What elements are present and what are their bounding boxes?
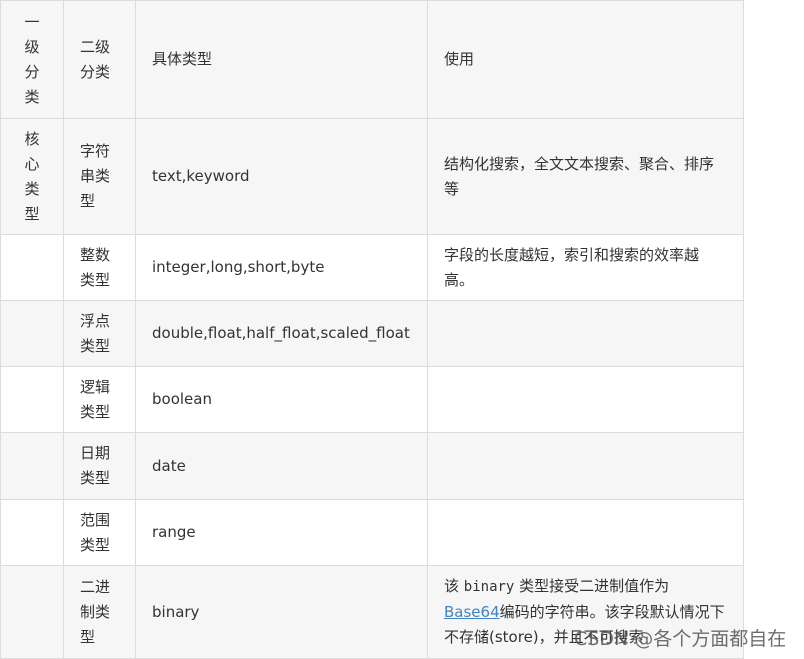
- header-level2: 二级分类: [63, 0, 136, 119]
- cell-level2: 二进制类型: [63, 565, 136, 659]
- table-row: 日期类型 date: [0, 432, 744, 500]
- cell-usage: [427, 432, 744, 500]
- cell-type: boolean: [135, 366, 428, 433]
- cell-usage: [427, 300, 744, 367]
- cell-level1: [0, 366, 64, 433]
- cell-level1: [0, 432, 64, 500]
- cell-level2: 范围类型: [63, 499, 136, 566]
- header-usage: 使用: [427, 0, 744, 119]
- cell-usage: 结构化搜索，全文文本搜索、聚合、排序等: [427, 118, 744, 235]
- cell-level2: 整数类型: [63, 234, 136, 301]
- data-table: 一级分类 二级分类 具体类型 使用 核心类型 字符串类型 text,keywor…: [0, 0, 744, 659]
- cell-type: binary: [135, 565, 428, 659]
- base64-link[interactable]: Base64: [444, 603, 500, 621]
- table-row: 范围类型 range: [0, 499, 744, 566]
- cell-type: date: [135, 432, 428, 500]
- cell-level1: [0, 565, 64, 659]
- cell-level2: 字符串类型: [63, 118, 136, 235]
- cell-usage: 字段的长度越短，索引和搜索的效率越高。: [427, 234, 744, 301]
- cell-level1: [0, 234, 64, 301]
- cell-level1: [0, 300, 64, 367]
- header-level1: 一级分类: [0, 0, 64, 119]
- cell-type: range: [135, 499, 428, 566]
- cell-level1: [0, 499, 64, 566]
- cell-level2: 日期类型: [63, 432, 136, 500]
- cell-level2: 逻辑类型: [63, 366, 136, 433]
- cell-type: integer,long,short,byte: [135, 234, 428, 301]
- cell-usage: [427, 366, 744, 433]
- table-row: 逻辑类型 boolean: [0, 366, 744, 433]
- cell-usage: [427, 499, 744, 566]
- cell-type: text,keyword: [135, 118, 428, 235]
- header-type: 具体类型: [135, 0, 428, 119]
- header-row: 一级分类 二级分类 具体类型 使用: [0, 0, 744, 119]
- cell-level1: 核心类型: [0, 118, 64, 235]
- cell-level2: 浮点类型: [63, 300, 136, 367]
- table-row: 浮点类型 double,float,half_float,scaled_floa…: [0, 300, 744, 367]
- watermark: CSDN @各个方面都自在: [574, 628, 787, 650]
- inline-code: binary: [463, 579, 515, 595]
- table-row: 整数类型 integer,long,short,byte 字段的长度越短，索引和…: [0, 234, 744, 301]
- table-row: 核心类型 字符串类型 text,keyword 结构化搜索，全文文本搜索、聚合、…: [0, 118, 744, 235]
- cell-type: double,float,half_float,scaled_float: [135, 300, 428, 367]
